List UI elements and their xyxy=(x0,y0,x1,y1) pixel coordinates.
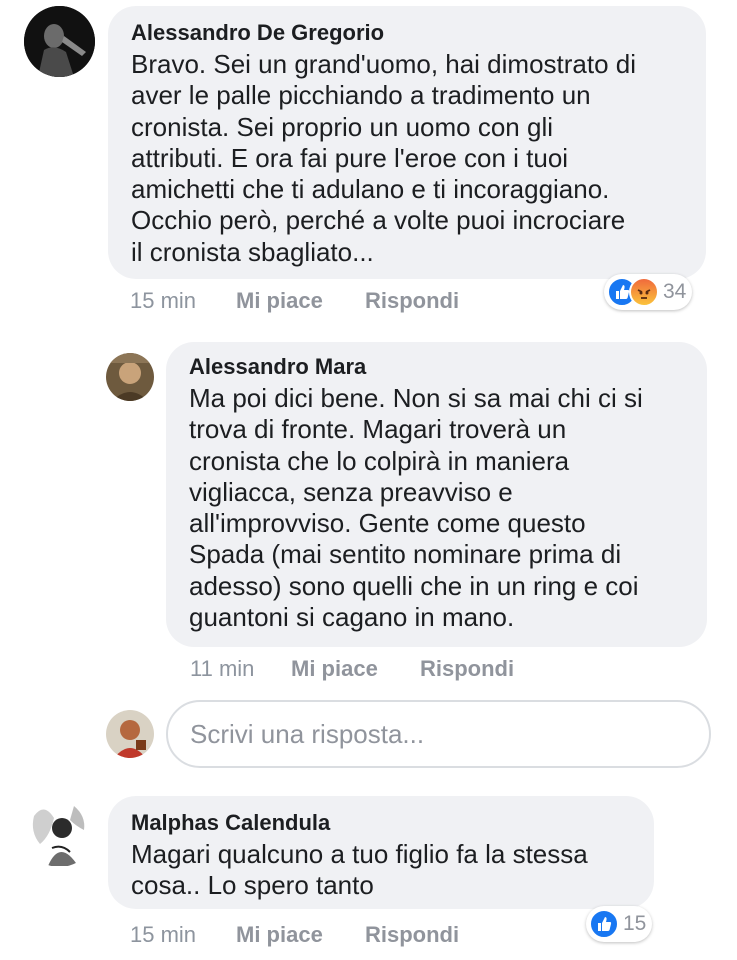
comment-bubble: Malphas Calendula Magari qualcuno a tuo … xyxy=(108,796,654,909)
comment-meta: 11 min Mi piace Rispondi xyxy=(190,656,590,682)
reply-input-placeholder: Scrivi una risposta... xyxy=(190,719,425,749)
avatar-photo-icon xyxy=(24,6,95,77)
avatar-photo-icon xyxy=(106,353,154,401)
reactions-summary[interactable]: 34 xyxy=(604,274,693,310)
reaction-count: 15 xyxy=(623,912,647,935)
avatar xyxy=(106,710,154,758)
comment-time[interactable]: 11 min xyxy=(190,656,254,682)
avatar-photo-icon xyxy=(106,710,154,758)
comment-time[interactable]: 15 min xyxy=(130,288,196,314)
comment-meta: 15 min Mi piace Rispondi xyxy=(130,288,530,314)
avatar[interactable] xyxy=(24,6,95,77)
like-icon xyxy=(589,909,619,939)
reply-button[interactable]: Rispondi xyxy=(420,656,514,682)
avatar-photo-icon xyxy=(24,796,95,867)
like-button[interactable]: Mi piace xyxy=(291,656,378,682)
like-button[interactable]: Mi piace xyxy=(236,922,323,948)
comment-bubble: Alessandro Mara Ma poi dici bene. Non si… xyxy=(166,342,707,647)
angry-icon xyxy=(629,277,659,307)
reaction-count: 34 xyxy=(663,280,687,303)
comment-time[interactable]: 15 min xyxy=(130,922,196,948)
avatar[interactable] xyxy=(106,353,154,401)
comment-text: Ma poi dici bene. Non si sa mai chi ci s… xyxy=(189,383,643,633)
avatar[interactable] xyxy=(24,796,95,867)
reactions-summary[interactable]: 15 xyxy=(586,906,653,942)
reply-button[interactable]: Rispondi xyxy=(365,922,459,948)
comment-meta: 15 min Mi piace Rispondi xyxy=(130,922,530,948)
like-button[interactable]: Mi piace xyxy=(236,288,323,314)
comment-author[interactable]: Alessandro De Gregorio xyxy=(131,20,706,46)
comment-author[interactable]: Malphas Calendula xyxy=(131,810,654,836)
comment-bubble: Alessandro De Gregorio Bravo. Sei un gra… xyxy=(108,6,706,279)
comment-text: Bravo. Sei un grand'uomo, hai dimostrato… xyxy=(131,49,637,267)
reply-button[interactable]: Rispondi xyxy=(365,288,459,314)
comment-author[interactable]: Alessandro Mara xyxy=(189,354,707,380)
comment-text: Magari qualcuno a tuo figlio fa la stess… xyxy=(131,839,588,901)
reply-input[interactable]: Scrivi una risposta... xyxy=(166,700,711,768)
